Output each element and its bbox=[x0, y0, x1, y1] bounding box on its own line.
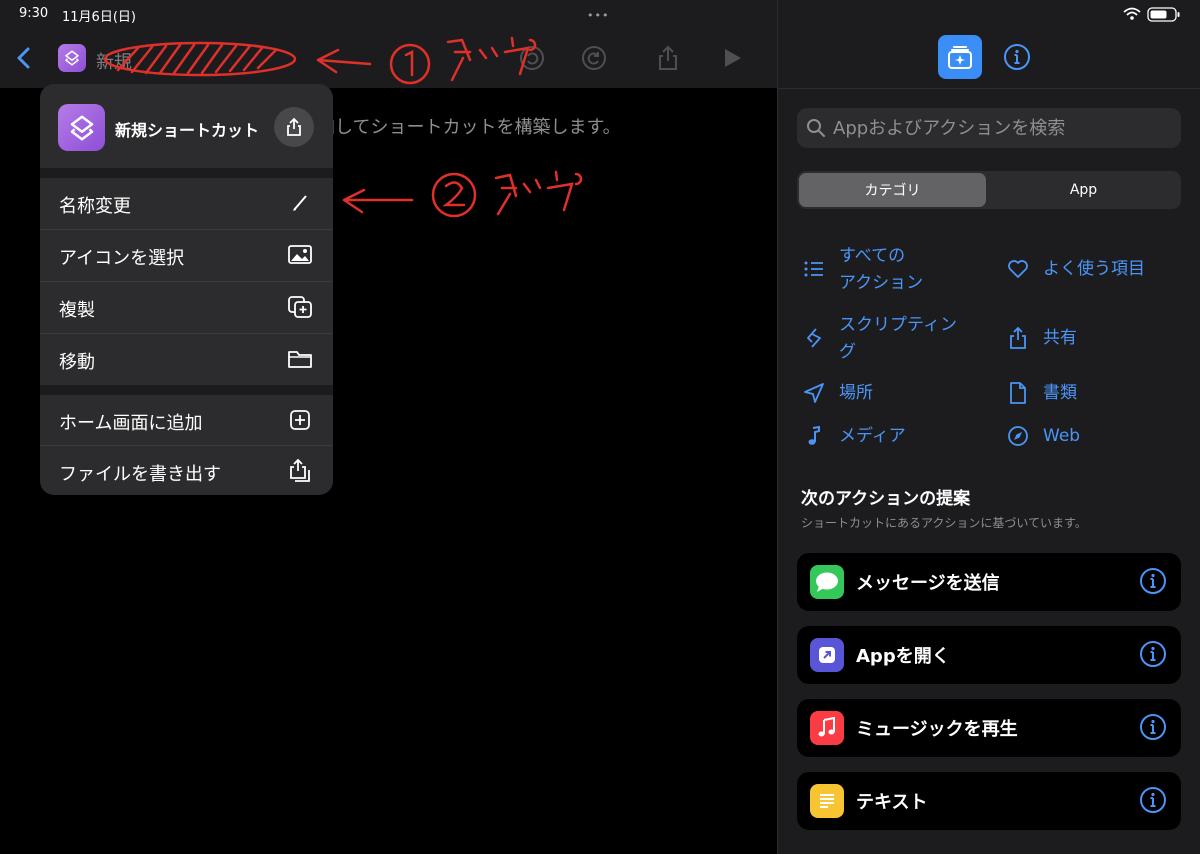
category-sharing[interactable]: 共有 bbox=[1007, 325, 1187, 353]
menu-item-label: ファイルを書き出す bbox=[59, 464, 221, 485]
music-icon bbox=[810, 711, 844, 745]
editor-pane: 9:30 11月6日(日) ••• 新規 加してショートカットを構築します。 新… bbox=[0, 0, 778, 854]
category-label: アクション bbox=[839, 273, 924, 293]
open-app-icon bbox=[810, 638, 844, 672]
category-label: 共有 bbox=[1043, 328, 1077, 348]
redo-icon[interactable] bbox=[580, 44, 608, 72]
menu-item-label: ホーム画面に追加 bbox=[59, 413, 203, 434]
suggestion-open-app[interactable]: Appを開く bbox=[797, 626, 1181, 684]
menu-item-choose-icon[interactable]: アイコンを選択 bbox=[40, 230, 333, 281]
info-icon[interactable] bbox=[1139, 640, 1167, 668]
suggestions-subtitle: ショートカットにあるアクションに基づいています。 bbox=[801, 516, 1087, 530]
category-label: すべての bbox=[839, 246, 906, 266]
suggestion-play-music[interactable]: ミュージックを再生 bbox=[797, 699, 1181, 757]
menu-section-divider bbox=[40, 168, 333, 178]
category-label: 場所 bbox=[839, 383, 873, 403]
menu-share-button[interactable] bbox=[274, 107, 314, 147]
music-note-icon bbox=[808, 425, 820, 445]
location-icon bbox=[804, 383, 824, 403]
menu-item-label: アイコンを選択 bbox=[59, 248, 185, 269]
suggestion-label: メッセージを送信 bbox=[856, 573, 1000, 594]
undo-icon[interactable] bbox=[518, 44, 546, 72]
suggestion-label: Appを開く bbox=[856, 646, 950, 667]
export-icon bbox=[290, 459, 310, 482]
menu-item-duplicate[interactable]: 複製 bbox=[40, 282, 333, 333]
category-all-actions[interactable]: すべての アクション bbox=[803, 243, 983, 297]
suggestions-title: 次のアクションの提案 bbox=[801, 489, 971, 509]
action-library-button[interactable] bbox=[938, 35, 982, 79]
category-label: メディア bbox=[839, 426, 906, 446]
multitasking-dots[interactable]: ••• bbox=[587, 9, 609, 22]
editor-hint-text: 加してショートカットを構築します。 bbox=[317, 117, 621, 138]
editor-toolbar: 9:30 11月6日(日) ••• 新規 bbox=[0, 0, 778, 88]
shortcut-options-menu: 新規ショートカット 名称変更 アイコンを選択 複製 移動 ホーム画面に追加 ファ… bbox=[40, 84, 333, 495]
menu-item-export-file[interactable]: ファイルを書き出す bbox=[40, 446, 333, 495]
suggestion-send-message[interactable]: メッセージを送信 bbox=[797, 553, 1181, 611]
menu-item-add-to-home[interactable]: ホーム画面に追加 bbox=[40, 395, 333, 446]
category-label: Web bbox=[1043, 426, 1081, 446]
category-scripting[interactable]: スクリプティン グ bbox=[803, 312, 983, 366]
suggestion-label: テキスト bbox=[856, 792, 928, 813]
play-icon[interactable] bbox=[718, 44, 746, 72]
duplicate-icon bbox=[288, 296, 312, 318]
photo-icon bbox=[288, 245, 312, 264]
menu-item-label: 移動 bbox=[59, 352, 95, 373]
category-location[interactable]: 場所 bbox=[803, 380, 983, 408]
category-label: スクリプティン bbox=[839, 315, 957, 335]
layers-icon bbox=[70, 115, 93, 140]
category-documents[interactable]: 書類 bbox=[1007, 380, 1187, 408]
suggestion-label: ミュージックを再生 bbox=[856, 719, 1018, 740]
menu-item-move[interactable]: 移動 bbox=[40, 334, 333, 385]
search-input[interactable] bbox=[833, 108, 1173, 148]
layers-icon bbox=[65, 50, 79, 66]
shortcut-icon[interactable] bbox=[58, 44, 86, 72]
share-icon bbox=[1010, 327, 1026, 349]
scripting-icon bbox=[807, 328, 821, 348]
folder-icon bbox=[288, 351, 312, 368]
category-media[interactable]: メディア bbox=[803, 423, 983, 451]
heart-icon bbox=[1008, 260, 1028, 278]
plus-square-icon bbox=[290, 410, 310, 430]
info-icon[interactable] bbox=[1139, 567, 1167, 595]
wifi-battery-icon bbox=[1123, 7, 1180, 22]
category-label: よく使う項目 bbox=[1043, 259, 1145, 279]
category-web[interactable]: Web bbox=[1007, 423, 1187, 451]
list-icon bbox=[804, 261, 823, 277]
shortcut-icon-large bbox=[58, 104, 105, 151]
document-icon bbox=[1010, 382, 1026, 404]
shortcut-title[interactable]: 新規 bbox=[96, 48, 132, 74]
actions-pane-header bbox=[778, 26, 1200, 88]
segment-app[interactable]: App bbox=[988, 173, 1179, 207]
menu-section-divider bbox=[40, 385, 333, 395]
info-icon[interactable] bbox=[1139, 713, 1167, 741]
menu-title: 新規ショートカット bbox=[115, 121, 260, 140]
pencil-icon bbox=[293, 195, 307, 211]
segmented-control: カテゴリ App bbox=[797, 171, 1181, 209]
action-search-bar[interactable] bbox=[797, 108, 1181, 148]
category-label: 書類 bbox=[1043, 383, 1077, 403]
menu-header: 新規ショートカット bbox=[40, 84, 333, 168]
suggestion-text[interactable]: テキスト bbox=[797, 772, 1181, 830]
menu-item-rename[interactable]: 名称変更 bbox=[40, 178, 333, 229]
messages-icon bbox=[810, 565, 844, 599]
info-icon[interactable] bbox=[1139, 786, 1167, 814]
menu-item-label: 名称変更 bbox=[59, 196, 131, 217]
status-date: 11月6日(日) bbox=[62, 10, 136, 25]
search-icon bbox=[807, 119, 825, 137]
compass-icon bbox=[1008, 426, 1028, 446]
segment-category[interactable]: カテゴリ bbox=[799, 173, 986, 207]
share-icon bbox=[287, 117, 301, 136]
header-divider bbox=[778, 88, 1200, 89]
text-icon bbox=[810, 784, 844, 818]
category-label: グ bbox=[839, 342, 856, 362]
menu-item-label: 複製 bbox=[59, 300, 95, 321]
library-icon bbox=[948, 46, 972, 69]
share-icon[interactable] bbox=[654, 44, 682, 72]
status-time: 9:30 bbox=[19, 6, 49, 21]
info-icon[interactable] bbox=[1003, 43, 1031, 71]
category-favorites[interactable]: よく使う項目 bbox=[1007, 256, 1187, 284]
back-chevron-icon[interactable] bbox=[12, 44, 36, 72]
actions-pane: カテゴリ App すべての アクション よく使う項目 スクリプティン グ 共有 bbox=[778, 0, 1200, 854]
